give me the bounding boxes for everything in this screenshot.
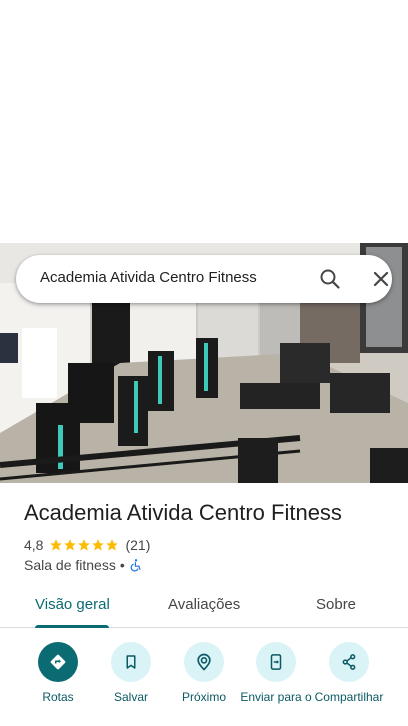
star-icon	[92, 539, 105, 551]
nearby-icon	[197, 653, 211, 671]
review-count[interactable]: (21)	[125, 537, 150, 553]
map-area	[0, 0, 408, 243]
search-query[interactable]: Academia Ativida Centro Fitness	[40, 269, 257, 286]
directions-button[interactable]: Rotas	[18, 640, 98, 704]
tab-about[interactable]: Sobre	[316, 596, 356, 613]
category-separator: •	[119, 557, 125, 573]
action-bar: Rotas Salvar Próximo Enviar para o Compa…	[0, 640, 408, 726]
wheelchair-icon	[130, 559, 141, 572]
star-icon	[106, 539, 119, 551]
share-icon	[342, 654, 356, 670]
tab-bar: Visão geral Avaliações Sobre	[0, 584, 408, 628]
save-button[interactable]: Salvar	[91, 640, 171, 704]
star-rating	[49, 538, 119, 552]
share-label: Compartilhar	[314, 690, 384, 704]
search-bar[interactable]: Academia Ativida Centro Fitness	[16, 255, 392, 303]
place-category: Sala de fitness	[24, 557, 116, 573]
tab-reviews[interactable]: Avaliações	[168, 596, 240, 613]
directions-label: Rotas	[42, 690, 74, 704]
directions-icon	[50, 654, 66, 670]
star-icon	[64, 539, 77, 551]
place-title: Academia Ativida Centro Fitness	[24, 500, 342, 525]
send-to-phone-icon	[270, 654, 282, 670]
rating-value: 4,8	[24, 537, 44, 553]
nearby-label: Próximo	[181, 690, 226, 704]
bookmark-icon	[126, 655, 136, 669]
send-to-phone-button[interactable]: Enviar para o	[236, 640, 316, 718]
category-row: Sala de fitness •	[24, 556, 143, 574]
save-label: Salvar	[113, 690, 148, 704]
search-icon[interactable]	[318, 267, 342, 291]
active-tab-indicator	[35, 625, 109, 628]
star-icon	[78, 539, 91, 551]
star-icon	[50, 539, 63, 551]
send-to-phone-label: Enviar para o	[240, 690, 312, 704]
nearby-button[interactable]: Próximo	[164, 640, 244, 704]
close-icon[interactable]	[369, 267, 393, 291]
tab-overview[interactable]: Visão geral	[35, 596, 110, 613]
rating-row[interactable]: 4,8 (21)	[24, 536, 150, 554]
share-button[interactable]: Compartilhar	[309, 640, 389, 718]
